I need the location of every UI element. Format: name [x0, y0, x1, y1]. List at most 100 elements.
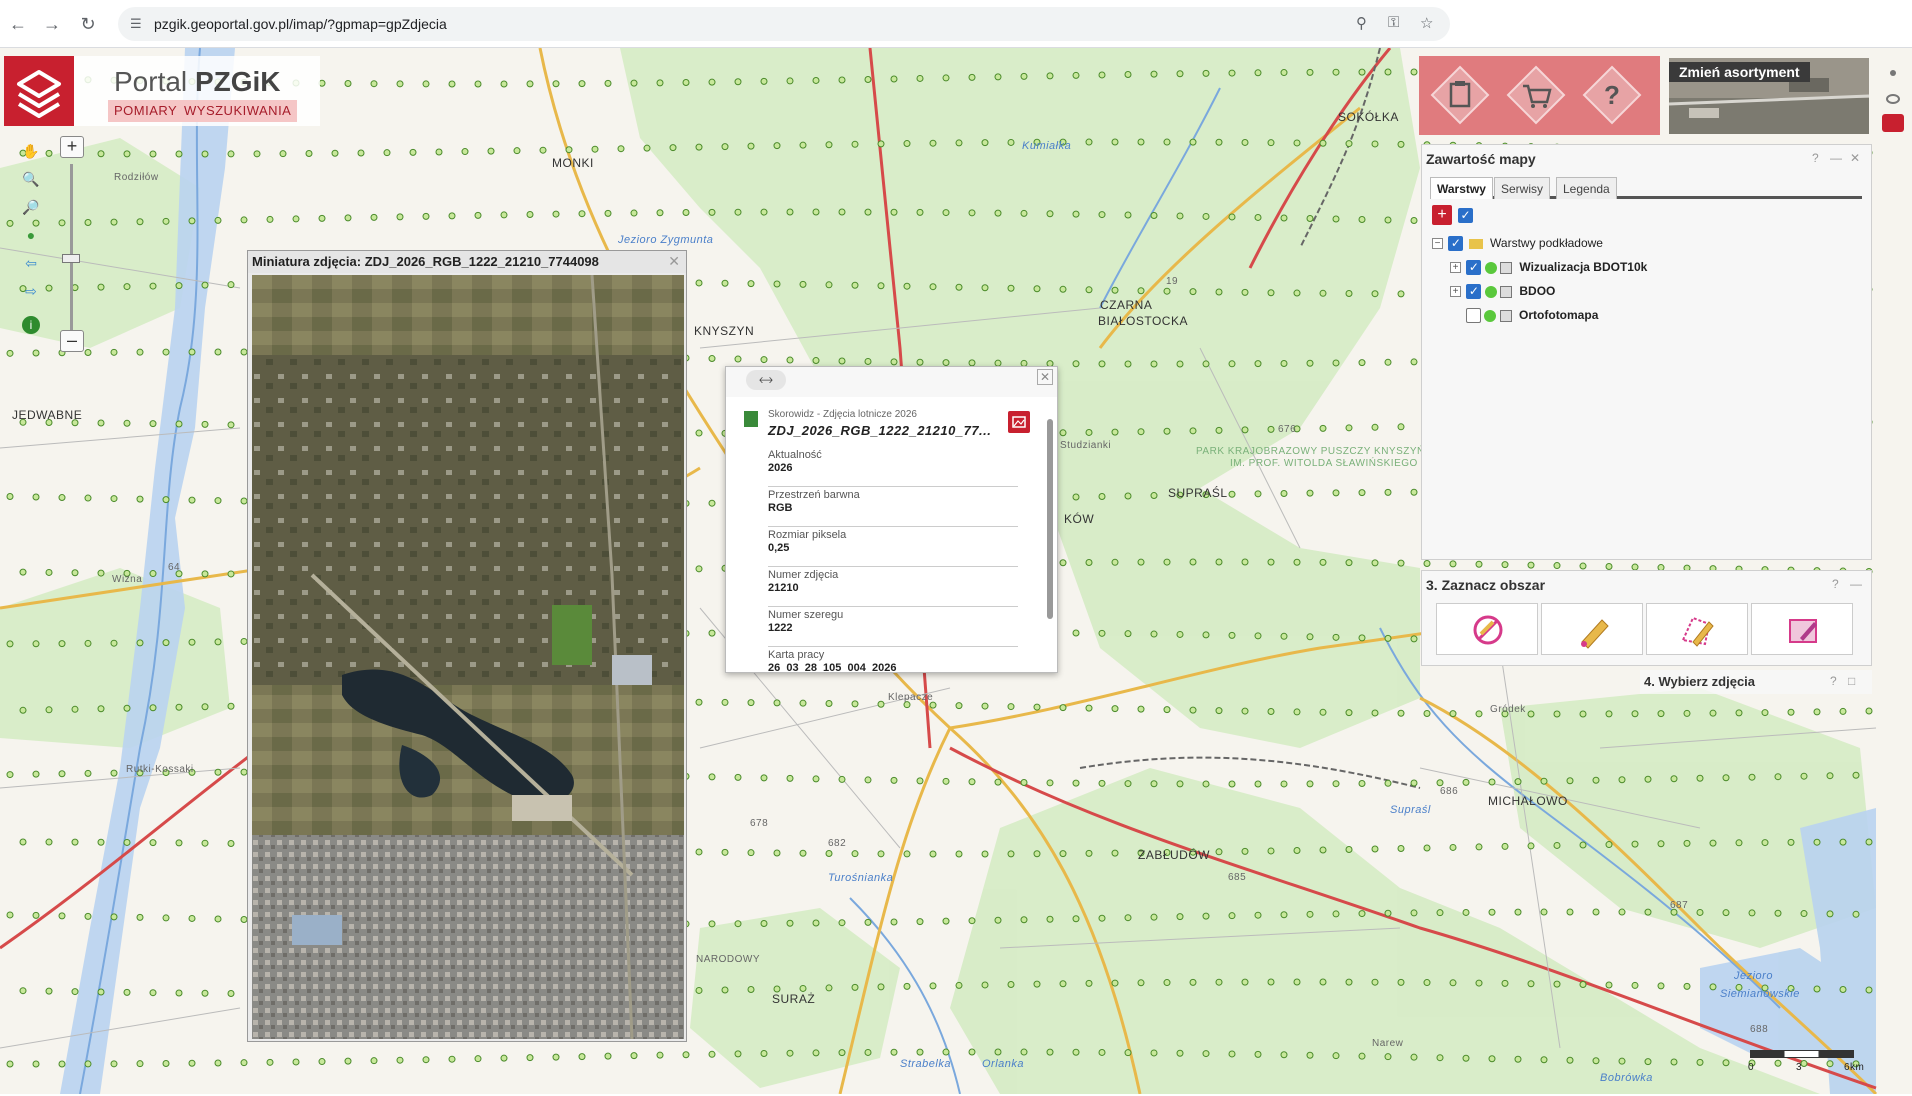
close-icon[interactable]: ✕ — [1850, 151, 1860, 165]
zoom-icon[interactable]: ⚲ — [1356, 14, 1367, 32]
pan-hand-icon[interactable]: ✋ — [20, 140, 42, 162]
back-arrow-icon[interactable]: 🡘 — [746, 370, 786, 390]
zoom-slider-track[interactable] — [70, 164, 73, 336]
photo-center-dot — [97, 705, 105, 713]
collapse-icon[interactable]: − — [1432, 238, 1443, 250]
photo-center-dot — [1384, 909, 1392, 917]
expand-icon[interactable]: + — [1450, 262, 1461, 274]
attr-karta-pracy: Karta pracy 26_03_28_105_004_2026 — [768, 647, 1018, 672]
layer-checkbox[interactable]: ✓ — [1466, 260, 1482, 276]
help-icon[interactable]: ? — [1812, 151, 1819, 165]
site-info-icon[interactable]: ☰ — [130, 16, 142, 32]
photo-center-dot — [682, 1051, 690, 1059]
help-icon[interactable]: ? — [1830, 674, 1837, 688]
photo-center-dot — [734, 78, 742, 86]
photo-center-dot — [1371, 845, 1379, 853]
draw-rectangle-button[interactable] — [1751, 603, 1853, 655]
help-icon[interactable]: ? — [1832, 577, 1839, 591]
reload-icon[interactable]: ↻ — [76, 12, 100, 36]
tab-wyszukiwania[interactable]: WYSZUKIWANIA — [178, 100, 298, 122]
photo-center-dot — [1293, 978, 1301, 986]
layers-logo-icon[interactable] — [4, 56, 74, 126]
photo-center-dot — [864, 357, 872, 365]
tab-pomiary[interactable]: POMIARY — [108, 100, 184, 122]
info-icon[interactable]: i — [22, 316, 40, 334]
change-assortment-button[interactable]: Zmień asortyment — [1669, 58, 1869, 134]
photo-center-dot — [149, 420, 157, 428]
photo-center-dot — [32, 640, 40, 648]
photo-center-dot — [916, 918, 924, 926]
maximize-icon[interactable]: □ — [1848, 674, 1855, 688]
popup-scrollbar[interactable] — [1046, 405, 1054, 667]
photo-center-dot — [1592, 776, 1600, 784]
photo-center-dot — [994, 1048, 1002, 1056]
attr-aktualnosc: Aktualność 2026 — [768, 447, 1018, 487]
back-icon[interactable]: ← — [6, 12, 30, 36]
group-checkbox[interactable]: ✓ — [1448, 236, 1464, 252]
address-bar[interactable]: ☰ pzgik.geoportal.gov.pl/imap/?gpmap=gpZ… — [118, 7, 1450, 41]
photo-center-dot — [448, 1055, 456, 1063]
photo-center-dot — [162, 639, 170, 647]
previous-extent-icon[interactable]: ⇦ — [20, 252, 42, 274]
photo-center-dot — [1605, 563, 1613, 571]
layer-checkbox[interactable]: ✓ — [1466, 284, 1482, 300]
attr-przestrzen: Przestrzeń barwna RGB — [768, 487, 1018, 527]
add-layer-button[interactable]: + — [1432, 205, 1452, 225]
tab-warstwy[interactable]: Warstwy — [1430, 177, 1493, 199]
thumbnail-header[interactable]: Miniatura zdjęcia: ZDJ_2026_RGB_1222_212… — [248, 251, 686, 273]
draw-point-button[interactable] — [1541, 603, 1643, 655]
photo-center-dot — [604, 1052, 612, 1060]
photo-center-dot — [1410, 488, 1418, 496]
photo-center-dot — [1553, 980, 1561, 988]
photo-center-dot — [1826, 772, 1834, 780]
menu-dot-icon[interactable] — [1890, 70, 1896, 76]
photo-center-dot — [903, 140, 911, 148]
photo-center-dot — [721, 279, 729, 287]
help-button[interactable]: ? — [1581, 64, 1643, 126]
minimize-icon[interactable]: — — [1850, 577, 1862, 591]
zoom-in-tool-icon[interactable]: 🔍 — [20, 168, 42, 190]
layer-checkbox[interactable] — [1466, 308, 1481, 324]
eye-active-icon[interactable] — [1882, 114, 1904, 132]
show-image-icon[interactable] — [1008, 411, 1030, 433]
minimize-icon[interactable]: — — [1830, 151, 1842, 165]
next-extent-icon[interactable]: ⇨ — [20, 280, 42, 302]
zoom-out-tool-icon[interactable]: 🔎 — [20, 196, 42, 218]
place-suraz: SURAŻ — [772, 992, 816, 1006]
photo-center-dot — [1371, 140, 1379, 148]
photo-center-dot — [1319, 708, 1327, 716]
eye-icon[interactable] — [1886, 94, 1900, 104]
photo-center-dot — [864, 918, 872, 926]
tab-serwisy[interactable]: Serwisy — [1494, 177, 1551, 199]
forward-icon[interactable]: → — [40, 12, 64, 36]
zoom-in-button[interactable]: + — [60, 136, 84, 158]
photo-center-dot — [916, 777, 924, 785]
photo-center-dot — [1124, 914, 1132, 922]
close-icon[interactable]: ✕ — [668, 253, 680, 270]
zoom-slider-thumb[interactable] — [62, 254, 80, 263]
tab-legenda[interactable]: Legenda — [1556, 177, 1617, 199]
photo-center-dot — [1215, 707, 1223, 715]
star-icon[interactable]: ☆ — [1420, 14, 1433, 32]
photo-center-dot — [955, 139, 963, 147]
photo-center-dot — [786, 356, 794, 364]
clipboard-button[interactable] — [1429, 64, 1491, 126]
toggle-all-checkbox[interactable]: ✓ — [1458, 208, 1473, 224]
photo-center-dot — [1826, 1060, 1834, 1068]
clear-selection-button[interactable] — [1436, 603, 1538, 655]
place-zabludow: ZABŁUDÓW — [1138, 848, 1211, 862]
zoom-out-button[interactable]: – — [60, 330, 84, 352]
photo-center-dot — [227, 702, 235, 710]
scale-0: 0 — [1748, 1062, 1755, 1073]
photo-center-dot — [1644, 775, 1652, 783]
popup-close-icon[interactable]: ✕ — [1037, 369, 1053, 385]
top-toolbar: ? — [1419, 56, 1660, 135]
key-icon[interactable]: ⚿ — [1388, 14, 1399, 31]
full-extent-icon[interactable]: ● — [20, 224, 42, 246]
expand-icon[interactable]: + — [1450, 286, 1461, 298]
cart-button[interactable] — [1505, 64, 1567, 126]
photo-center-dot — [1631, 710, 1639, 718]
scrollbar-thumb[interactable] — [1047, 419, 1053, 619]
photo-center-dot — [773, 849, 781, 857]
draw-polygon-button[interactable] — [1646, 603, 1748, 655]
